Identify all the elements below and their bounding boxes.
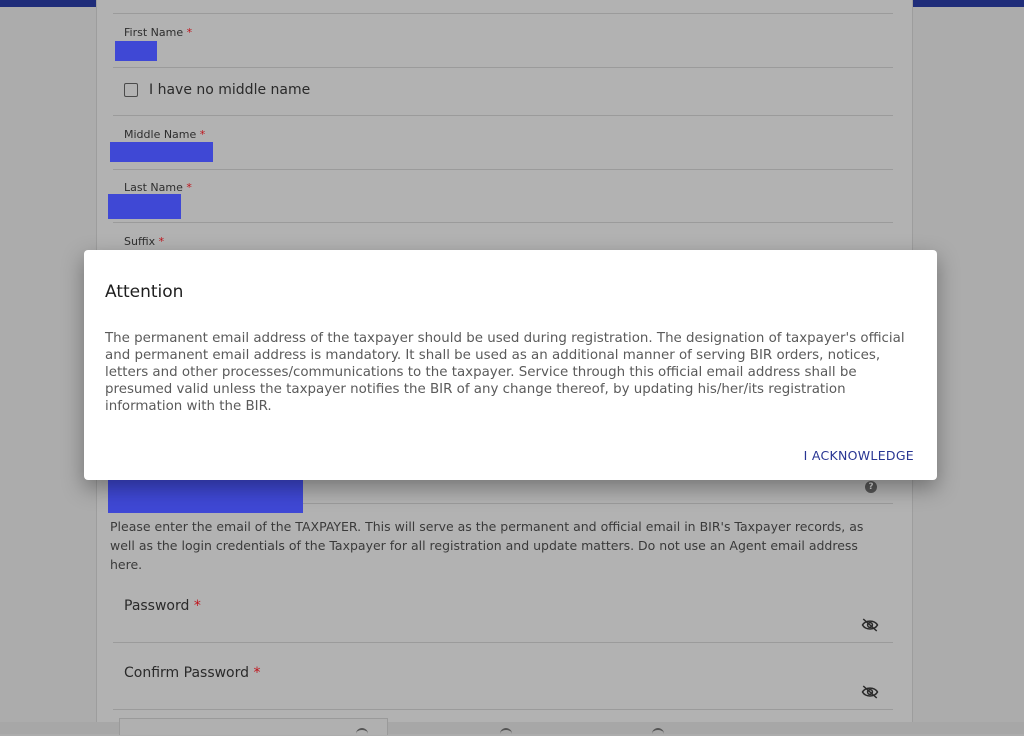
toolbar-icon[interactable] [356,728,368,736]
attention-dialog: Attention The permanent email address of… [84,250,937,480]
first-name-input[interactable] [115,41,157,61]
eye-off-icon[interactable] [861,618,879,632]
toolbar-icon[interactable] [500,728,512,736]
required-mark: * [186,181,192,194]
required-mark: * [158,235,165,248]
divider [113,169,893,170]
last-name-label: Last Name * [124,181,192,194]
divider [113,67,893,68]
divider [303,503,893,504]
first-name-label: First Name * [124,26,192,39]
divider [113,222,893,223]
confirm-password-input[interactable] [113,656,893,708]
captcha-box [119,718,388,735]
no-middle-name-checkbox[interactable] [124,83,138,97]
middle-name-label: Middle Name * [124,128,205,141]
suffix-label: Suffix * [124,235,164,248]
divider [113,13,893,14]
suffix-label-text: Suffix [124,235,156,248]
help-icon[interactable]: ? [865,481,877,493]
divider [113,709,893,710]
email-help-text: Please enter the email of the TAXPAYER. … [110,519,864,572]
required-mark: * [199,128,206,141]
toolbar-icon[interactable] [652,728,664,736]
password-input[interactable] [113,590,893,642]
middle-name-input[interactable] [110,142,213,162]
middle-name-label-text: Middle Name [124,128,197,141]
email-input[interactable] [108,476,303,513]
last-name-input[interactable] [108,194,181,219]
dialog-body: The permanent email address of the taxpa… [105,331,905,414]
divider [113,115,893,116]
eye-off-icon[interactable] [861,685,879,699]
dialog-title: Attention [105,282,184,302]
first-name-label-text: First Name [124,26,184,39]
required-mark: * [186,26,193,39]
no-middle-name-label: I have no middle name [149,82,311,98]
divider [113,642,893,643]
acknowledge-button[interactable]: I ACKNOWLEDGE [804,448,914,463]
last-name-label-text: Last Name [124,181,183,194]
